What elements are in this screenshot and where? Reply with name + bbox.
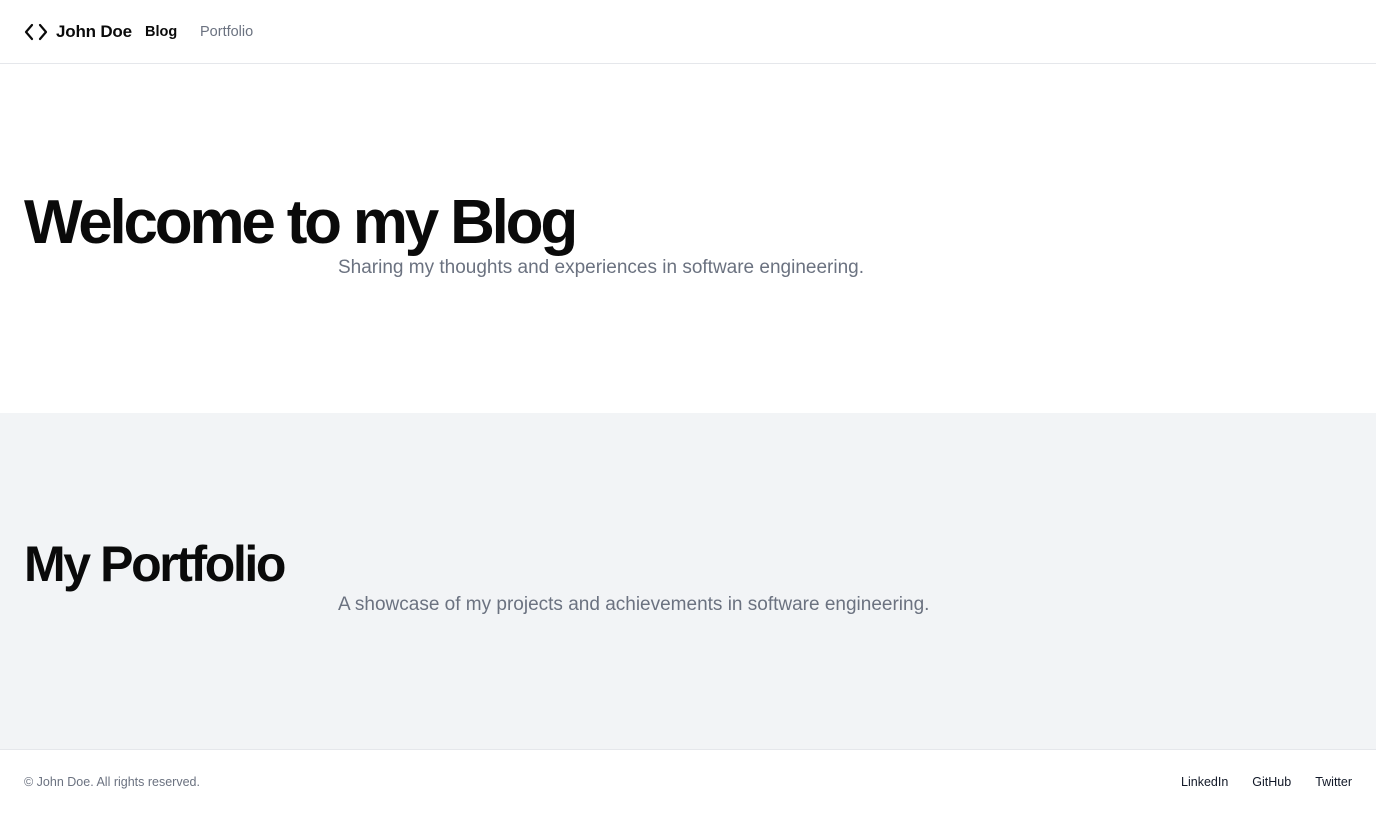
footer-link-linkedin[interactable]: LinkedIn <box>1181 774 1228 790</box>
portfolio-title: My Portfolio <box>24 536 286 592</box>
brand-link[interactable]: John Doe <box>24 20 132 44</box>
nav-link-blog[interactable]: Blog <box>145 23 177 41</box>
site-footer: © John Doe. All rights reserved. LinkedI… <box>0 749 1376 814</box>
nav-link-portfolio[interactable]: Portfolio <box>200 23 253 41</box>
brand-name: John Doe <box>56 22 132 41</box>
blog-hero-section: Welcome to my Blog Sharing my thoughts a… <box>0 64 1376 413</box>
footer-links: LinkedIn GitHub Twitter <box>1181 774 1352 790</box>
portfolio-section: My Portfolio A showcase of my projects a… <box>0 413 1376 749</box>
blog-title: Welcome to my Blog <box>24 188 578 257</box>
site-header: John Doe Blog Portfolio <box>0 0 1376 64</box>
footer-link-twitter[interactable]: Twitter <box>1315 774 1352 790</box>
portfolio-subtitle: A showcase of my projects and achievemen… <box>338 594 930 615</box>
footer-link-github[interactable]: GitHub <box>1252 774 1291 790</box>
code-brackets-icon <box>24 20 48 44</box>
copyright-text: © John Doe. All rights reserved. <box>24 775 200 789</box>
blog-subtitle: Sharing my thoughts and experiences in s… <box>338 257 864 278</box>
